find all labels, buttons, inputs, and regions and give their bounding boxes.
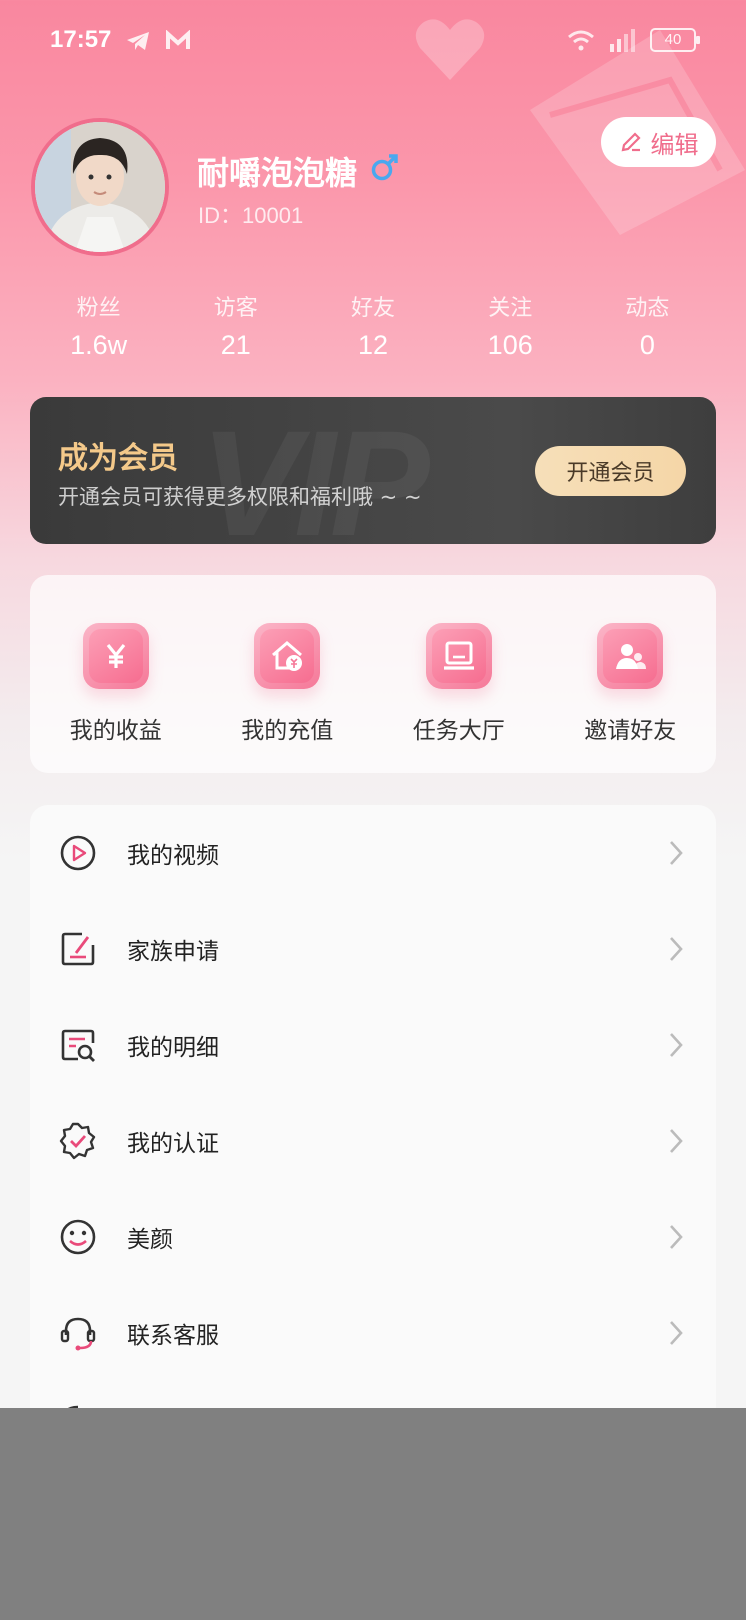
quick-action-recharge[interactable]: 我的充值 [202, 575, 374, 773]
avatar[interactable] [31, 118, 169, 256]
stat-label: 粉丝 [76, 296, 121, 321]
quick-action-label: 任务大厅 [412, 718, 505, 744]
menu-label: 美颜 [127, 1227, 173, 1253]
details-search-icon [61, 1029, 95, 1062]
menu-item-customer-service[interactable]: 联系客服 [30, 1285, 716, 1381]
vip-subtitle: 开通会员可获得更多权限和福利哦 ~ ~ [58, 485, 422, 509]
quick-action-invite[interactable]: 邀请好友 [545, 575, 717, 773]
stats-row: 粉丝 1.6w 访客 21 好友 12 关注 106 动态 0 [30, 290, 716, 361]
quick-action-label: 邀请好友 [584, 718, 677, 744]
pencil-icon [621, 132, 641, 152]
menu-item-my-videos[interactable]: 我的视频 [30, 805, 716, 901]
chevron-right-icon [670, 1129, 683, 1153]
menu-item-my-details[interactable]: 我的明细 [30, 997, 716, 1093]
user-name: 耐嚼泡泡糖 [197, 154, 358, 192]
quick-action-earnings[interactable]: 我的收益 [30, 575, 202, 773]
stat-visitors[interactable]: 访客 21 [167, 290, 304, 361]
stat-value: 106 [487, 330, 533, 360]
heart-decoration-icon [415, 19, 485, 80]
chevron-right-icon [670, 1225, 683, 1249]
menu-item-beauty[interactable]: 美颜 [30, 1189, 716, 1285]
menu-label: 我的视频 [127, 843, 219, 869]
stat-value: 1.6w [70, 330, 128, 360]
stat-fans[interactable]: 粉丝 1.6w [30, 290, 167, 361]
stat-value: 0 [639, 330, 655, 360]
quick-action-label: 我的收益 [69, 718, 162, 744]
menu-item-family-apply[interactable]: 家族申请 [30, 901, 716, 997]
invite-friends-icon [597, 623, 664, 689]
recharge-icon [254, 623, 321, 689]
stat-value: 12 [357, 330, 389, 360]
edit-label: 编辑 [650, 130, 699, 159]
yen-icon [82, 623, 149, 689]
verified-badge-icon [59, 1122, 96, 1160]
user-id: ID：10001 [198, 203, 304, 228]
open-vip-button[interactable]: 开通会员 [535, 446, 686, 496]
smile-face-icon [60, 1219, 96, 1255]
vip-title: 成为会员 [58, 441, 178, 476]
stat-following[interactable]: 关注 106 [442, 290, 579, 361]
task-hall-icon [425, 623, 492, 689]
video-play-icon [60, 835, 96, 871]
bottom-overlay [0, 1408, 746, 1620]
chevron-right-icon [670, 937, 683, 961]
avatar-photo [35, 122, 165, 252]
menu-label: 家族申请 [127, 939, 219, 965]
menu-label: 联系客服 [127, 1323, 219, 1349]
headset-icon [60, 1317, 96, 1351]
stat-friends[interactable]: 好友 12 [304, 290, 441, 361]
mail-m-icon [166, 30, 190, 49]
status-time: 17:57 [50, 26, 112, 53]
stat-value: 21 [220, 330, 251, 360]
male-gender-icon [371, 154, 398, 181]
menu-list: 我的视频 家族申请 我的明细 我的认证 美颜 联系客服 [30, 805, 716, 1425]
stat-label: 好友 [351, 296, 396, 321]
telegram-icon [127, 32, 149, 50]
quick-action-task-hall[interactable]: 任务大厅 [373, 575, 545, 773]
chevron-right-icon [670, 1033, 683, 1057]
vip-watermark: VIP [200, 399, 430, 544]
stat-label: 访客 [213, 296, 258, 321]
stat-label: 关注 [488, 296, 533, 321]
quick-action-label: 我的充值 [241, 718, 334, 744]
edit-form-icon [61, 932, 95, 966]
status-app-icons [125, 30, 191, 52]
vip-banner[interactable]: VIP 成为会员 开通会员可获得更多权限和福利哦 ~ ~ 开通会员 [30, 397, 716, 544]
stat-moments[interactable]: 动态 0 [579, 290, 716, 361]
quick-actions-card: 我的收益 我的充值 任务大厅 邀请好友 [30, 575, 716, 773]
menu-label: 我的认证 [127, 1131, 219, 1157]
menu-label: 我的明细 [127, 1035, 219, 1061]
edit-profile-button[interactable]: 编辑 [601, 117, 716, 167]
chevron-right-icon [670, 841, 683, 865]
menu-item-my-verification[interactable]: 我的认证 [30, 1093, 716, 1189]
stat-label: 动态 [625, 296, 670, 321]
chevron-right-icon [670, 1321, 683, 1345]
